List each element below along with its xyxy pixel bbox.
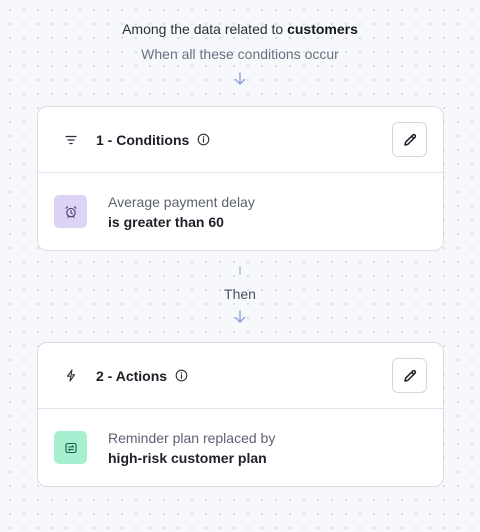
condition-row[interactable]: Average payment delay is greater than 60 — [38, 173, 443, 250]
edit-conditions-button[interactable] — [392, 122, 427, 157]
action-value: high-risk customer plan — [108, 449, 267, 466]
intro-subtitle: When all these conditions occur — [141, 46, 339, 62]
conditions-title: 1 - Conditions — [96, 131, 190, 148]
edit-actions-button[interactable] — [392, 358, 427, 393]
action-row[interactable]: Reminder plan replaced by high-risk cust… — [38, 409, 443, 486]
actions-card-header: 2 - Actions — [38, 343, 443, 409]
condition-value: is greater than 60 — [108, 213, 224, 230]
actions-card: 2 - Actions Reminder plan replaced by hi… — [37, 342, 444, 487]
arrow-down-icon — [234, 310, 246, 323]
replace-icon — [54, 431, 87, 464]
action-label: Reminder plan replaced by — [108, 429, 276, 446]
pencil-icon — [403, 369, 416, 382]
conditions-card: 1 - Conditions Average payment delay is … — [37, 106, 444, 251]
action-text: Reminder plan replaced by high-risk cust… — [108, 428, 275, 468]
alarm-clock-icon — [54, 195, 87, 228]
arrow-down-icon — [234, 72, 246, 85]
intro-entity-line: Among the data related to customers — [0, 20, 480, 38]
lightning-icon — [64, 369, 78, 383]
trigger-intro: Among the data related to customers When… — [0, 20, 480, 63]
actions-title: 2 - Actions — [96, 367, 168, 384]
intro-entity: customers — [287, 21, 358, 37]
condition-text: Average payment delay is greater than 60 — [108, 192, 255, 232]
filter-icon — [64, 133, 78, 147]
conditions-card-header: 1 - Conditions — [38, 107, 443, 173]
then-label: Then — [224, 286, 256, 302]
pencil-icon — [403, 133, 416, 146]
info-icon[interactable] — [175, 369, 188, 382]
condition-label: Average payment delay — [108, 193, 255, 210]
connector-line — [239, 266, 241, 275]
info-icon[interactable] — [197, 133, 210, 146]
intro-prefix: Among the data related to — [122, 21, 284, 37]
